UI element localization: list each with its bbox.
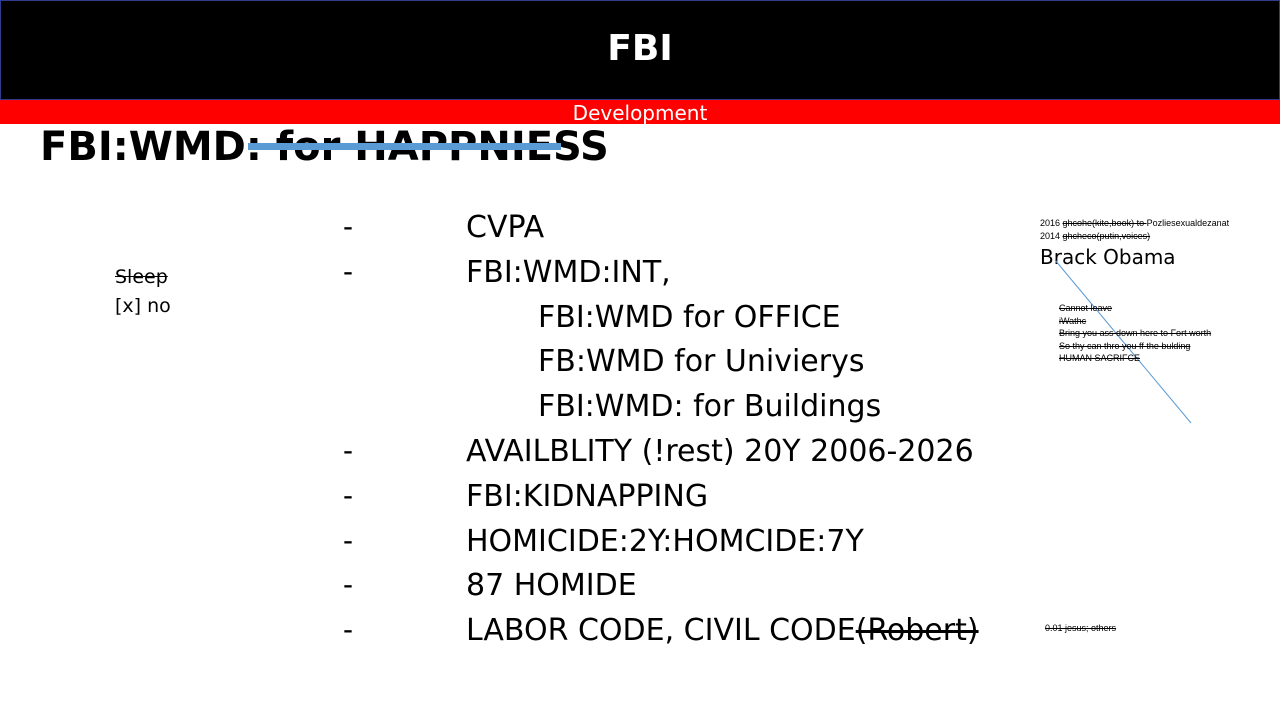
subheader-label: Development bbox=[572, 101, 708, 125]
bullet-text: FBI:KIDNAPPING bbox=[466, 479, 709, 514]
note-line-2016: 2016 ghcohe(kite,book) to Pozliesexualde… bbox=[1040, 218, 1229, 228]
note-struck: ghcohe(kite,book) to bbox=[1062, 218, 1147, 228]
struck-note-line: Bring you ass down here to Fort worth bbox=[1059, 328, 1212, 338]
bullet-dash: - bbox=[343, 613, 353, 646]
bullet-text-main: LABOR CODE, CIVIL CODE bbox=[466, 613, 856, 648]
side-note-struck: Sleep bbox=[115, 266, 168, 288]
slide-header-title: FBI bbox=[607, 28, 673, 69]
side-note-text: [x] no bbox=[115, 295, 171, 317]
title-strike-line bbox=[248, 143, 561, 150]
bullet-text: 87 HOMIDE bbox=[466, 568, 637, 603]
note-rest: Pozliesexualdezanat bbox=[1146, 218, 1230, 228]
struck-note-line: Cannot leave bbox=[1059, 303, 1113, 313]
sub-bullet-text: FBI:WMD for OFFICE bbox=[538, 300, 841, 335]
bottom-struck-note: 0.01 jesus; others bbox=[1045, 623, 1117, 633]
bullet-dash: - bbox=[343, 479, 353, 512]
bullet-text: FBI:WMD:INT, bbox=[466, 255, 671, 290]
sub-bullet-text: FBI:WMD: for Buildings bbox=[538, 389, 882, 424]
bullet-dash: - bbox=[343, 434, 353, 467]
bullet-dash: - bbox=[343, 210, 353, 243]
bullet-text-struck: (Robert) bbox=[855, 613, 979, 648]
main-title-prefix: FBI:WMD: bbox=[40, 124, 276, 170]
struck-note-line: iWathc bbox=[1059, 316, 1087, 326]
note-year: 2016 bbox=[1040, 218, 1063, 228]
bullet-dash: - bbox=[343, 255, 353, 288]
bullet-text: HOMICIDE:2Y:HOMCIDE:7Y bbox=[466, 524, 864, 559]
struck-note-line: So thy can thro you ff the bulding bbox=[1059, 341, 1191, 351]
bullet-text: LABOR CODE, CIVIL CODE(Robert) bbox=[466, 613, 979, 648]
sub-bullet-text: FB:WMD for Univierys bbox=[538, 344, 865, 379]
bullet-text: AVAILBLITY (!rest) 20Y 2006-2026 bbox=[466, 434, 974, 469]
struck-note-line: HUMAN SACRIFCE bbox=[1059, 353, 1141, 363]
bullet-dash: - bbox=[343, 568, 353, 601]
bullet-dash: - bbox=[343, 524, 353, 557]
bullet-text: CVPA bbox=[466, 210, 545, 245]
